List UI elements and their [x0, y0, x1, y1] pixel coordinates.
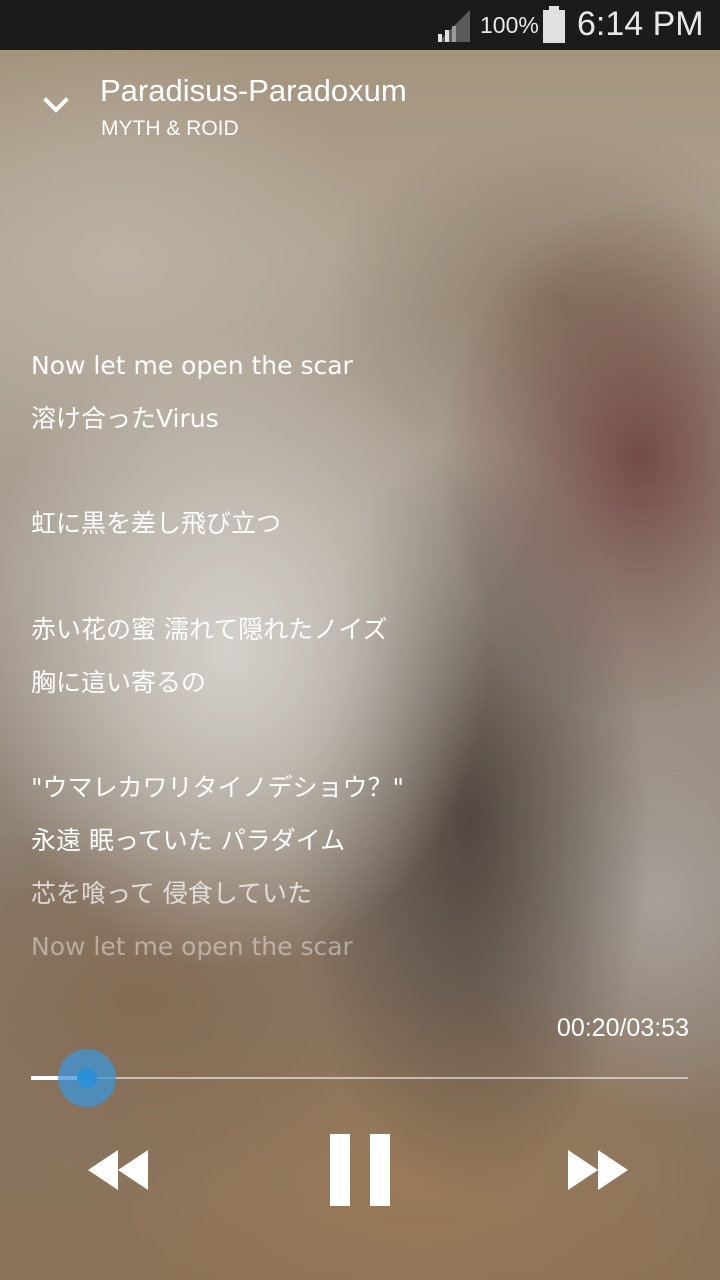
pause-icon: [322, 1128, 398, 1212]
lyric-line: [31, 710, 691, 763]
signal-icon: [436, 8, 472, 44]
rewind-icon: [84, 1144, 152, 1196]
lyric-line: Now let me open the scar: [31, 931, 353, 961]
lyric-line: 永遠 眠っていた パラダイム: [31, 826, 346, 856]
lyric-line: 虹に黒を差し飛び立つ: [31, 509, 282, 539]
lyric-line: 溶け合ったVirus: [31, 403, 219, 433]
lyrics-list: Now let me open the scar 溶け合ったVirus 虹に黒を…: [31, 340, 691, 974]
lyric-line: Now let me open the scar: [31, 351, 353, 380]
seek-thumb[interactable]: [77, 1068, 97, 1088]
collapse-player-button[interactable]: [32, 84, 80, 128]
battery-icon: [542, 6, 566, 44]
pause-button[interactable]: [322, 1128, 398, 1212]
fast-forward-button[interactable]: [564, 1144, 632, 1196]
playback-time: 00:20/03:53: [556, 1014, 689, 1042]
battery-percentage: 100%: [480, 12, 539, 38]
fast-forward-icon: [564, 1144, 632, 1196]
chevron-down-icon: [32, 84, 80, 128]
status-clock: 6:14 PM: [577, 5, 704, 43]
song-title: Paradisus-Paradoxum: [100, 73, 407, 108]
rewind-button[interactable]: [84, 1144, 152, 1196]
seek-bar[interactable]: [31, 1049, 688, 1107]
status-bar: 100% 6:14 PM: [0, 0, 720, 50]
lyric-line: 芯を喰って 侵食していた: [31, 878, 312, 908]
lyric-line: [31, 551, 691, 604]
lyric-line: "ウマレカワリタイノデショウ？": [31, 773, 404, 803]
lyric-line: 赤い花の蜜 濡れて隠れたノイズ: [31, 614, 388, 644]
artist-name: MYTH & ROID: [101, 117, 239, 140]
lyric-line: 胸に這い寄るの: [31, 667, 207, 697]
lyric-line: [31, 446, 691, 499]
